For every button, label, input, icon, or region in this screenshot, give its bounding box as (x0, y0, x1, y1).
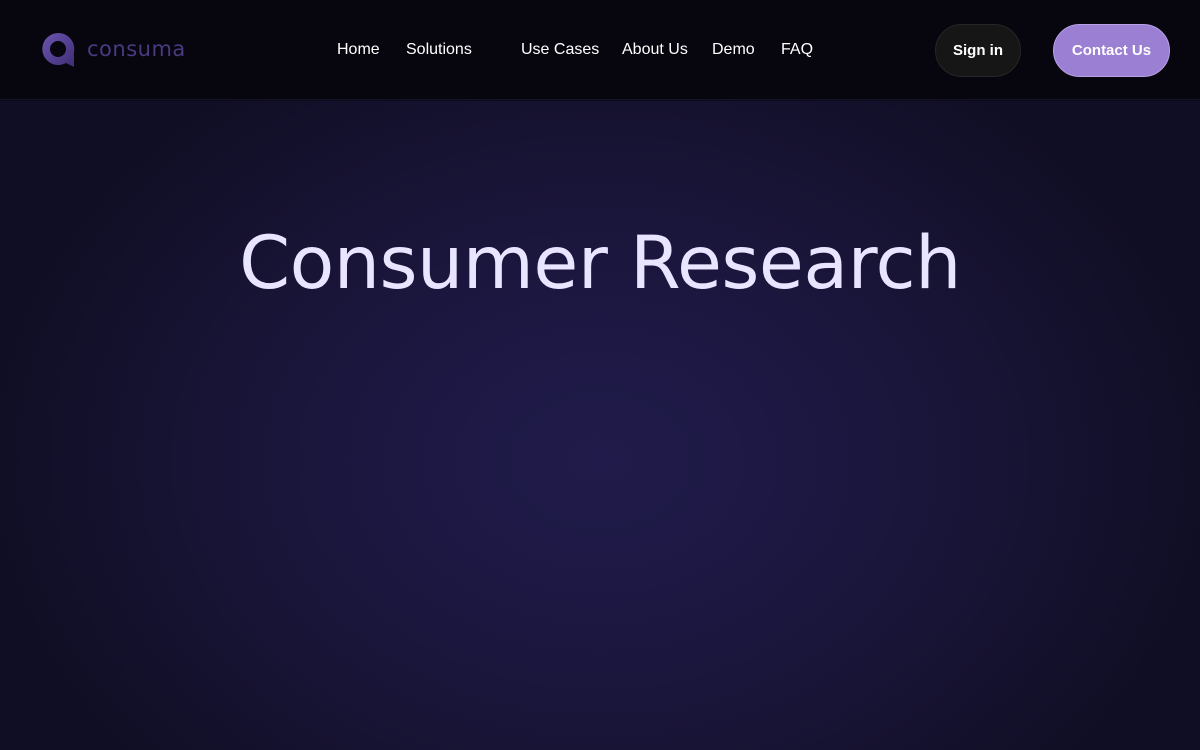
brand-logo-link[interactable]: consuma (40, 30, 186, 70)
hero-title: Consumer Research (239, 221, 961, 306)
sign-in-button[interactable]: Sign in (935, 24, 1021, 77)
hero-section: Consumer Research (0, 101, 1200, 750)
nav-about-us-link[interactable]: About Us (622, 40, 688, 60)
page: consuma Home Solutions Use Cases About U… (0, 0, 1200, 750)
nav-demo-link[interactable]: Demo (712, 40, 755, 60)
consuma-logo-icon (42, 32, 75, 67)
contact-us-button[interactable]: Contact Us (1053, 24, 1170, 77)
nav-home-link[interactable]: Home (337, 40, 380, 60)
nav-faq-link[interactable]: FAQ (781, 40, 813, 60)
nav-use-cases-link[interactable]: Use Cases (521, 40, 599, 60)
site-header: consuma Home Solutions Use Cases About U… (0, 0, 1200, 100)
brand-name: consuma (87, 36, 186, 61)
nav-solutions-link[interactable]: Solutions (406, 40, 472, 60)
